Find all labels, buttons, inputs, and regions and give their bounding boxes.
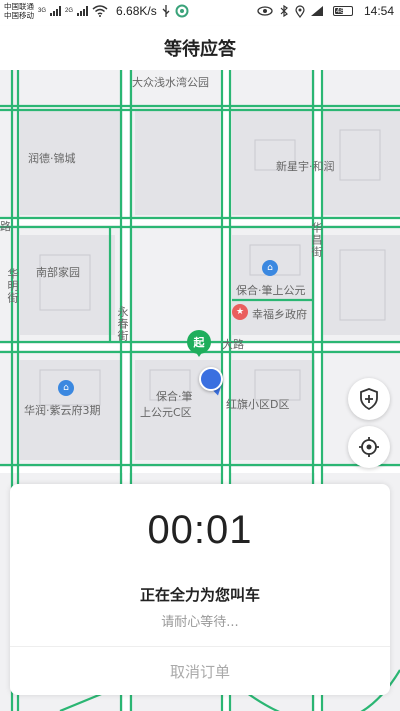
residential-poi-icon-2: ⌂: [58, 380, 74, 396]
net-type-2: 2G: [65, 8, 74, 14]
cancel-order-button[interactable]: 取消订单: [10, 647, 390, 695]
map-label-ziyunfu: 华润·紫云府3期: [24, 404, 101, 417]
shield-plus-icon: [360, 388, 378, 410]
carrier-list: 中国联通 中国移动: [4, 2, 34, 20]
net-type-1: 3G: [38, 8, 47, 14]
map-label-runde: 润德·锦城: [28, 152, 76, 165]
map-label-yongchun: 永春街: [116, 306, 129, 342]
crosshair-icon: [359, 437, 379, 457]
map-block: [20, 235, 115, 335]
map-label-nanbu: 南部家园: [36, 266, 80, 279]
map-label-baohe-north: 保合·筆上公元: [236, 284, 306, 297]
carrier-2: 中国移动: [4, 11, 34, 20]
cellular-icon: [311, 6, 324, 16]
app-notification-icon: [175, 4, 189, 18]
map-label-baohe-c-2: 上公元C区: [140, 406, 192, 419]
status-bar: 中国联通 中国移动 3G 2G 6.68K/s 48 14:54: [0, 0, 400, 26]
current-location-icon: [199, 367, 223, 391]
start-marker-label: 起: [193, 336, 205, 349]
residential-poi-icon: ⌂: [262, 260, 278, 276]
wait-timer: 00:01: [147, 508, 253, 552]
status-text: 正在全力为您叫车: [139, 586, 260, 604]
usb-icon: [162, 5, 170, 17]
government-poi-icon: ★: [232, 304, 248, 320]
map-label-park: 大众浅水湾公园: [132, 76, 209, 89]
start-location-marker[interactable]: 起: [187, 330, 211, 357]
status-right: 48 14:54: [257, 4, 394, 18]
map-block: [135, 110, 220, 215]
page-header: 等待应答: [0, 26, 400, 70]
battery-level: 48: [336, 8, 344, 15]
map-label-huaming: 华明街: [6, 268, 19, 304]
map-label-hongqi: 红旗小区D区: [226, 398, 290, 411]
map-label-huachang: 华昌街: [310, 222, 323, 258]
clock: 14:54: [363, 4, 394, 18]
eye-icon: [257, 6, 273, 16]
signal-icon-2: [77, 6, 89, 16]
safety-shield-button[interactable]: [348, 378, 390, 420]
page-title: 等待应答: [164, 39, 236, 60]
waiting-card: 00:01 正在全力为您叫车 请耐心等待... 取消订单: [10, 484, 390, 695]
status-left: 中国联通 中国移动 3G 2G 6.68K/s: [4, 2, 189, 20]
map-label-dalu: 大路: [222, 338, 244, 351]
carrier-1: 中国联通: [4, 2, 34, 11]
locate-me-button[interactable]: [348, 426, 390, 468]
wifi-icon: [92, 5, 108, 17]
hint-text: 请耐心等待...: [161, 615, 239, 630]
network-speed: 6.68K/s: [116, 4, 157, 18]
map-label-government: 幸福乡政府: [252, 308, 307, 321]
map-label-baohe-c-1: 保合·筆: [156, 390, 193, 403]
location-icon: [295, 4, 305, 18]
bluetooth-icon: [280, 5, 289, 17]
map-label-xinxingyu: 新星宇·和润: [276, 160, 335, 173]
signal-icon: [50, 6, 62, 16]
map-label-road: 路: [0, 220, 11, 233]
